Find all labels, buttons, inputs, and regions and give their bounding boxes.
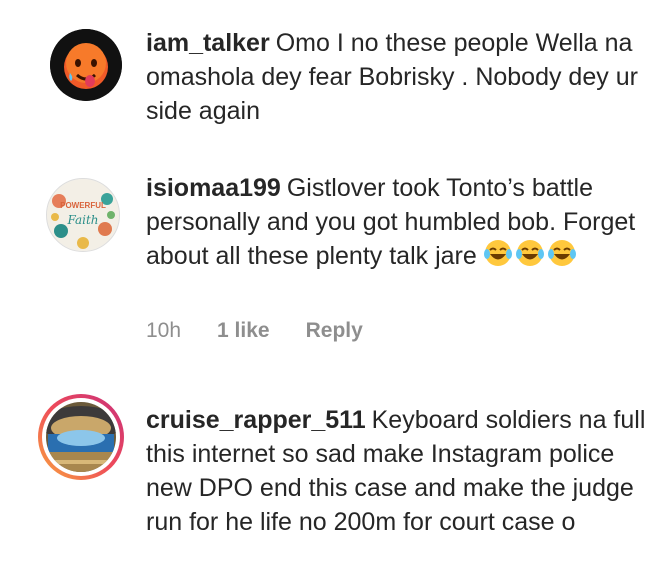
comment-text: iam_talker Omo I no these people Wella na… — [146, 26, 646, 128]
comment-meta: 10h 1 like Reply — [146, 319, 363, 343]
likes-count[interactable]: 1 like — [217, 319, 270, 343]
avatar[interactable]: POWERFUL Faith — [46, 178, 120, 252]
reply-button[interactable]: Reply — [306, 319, 363, 343]
avatar[interactable] — [38, 394, 124, 480]
comment-username[interactable]: iam_talker — [146, 29, 270, 57]
avatar-text-bottom: Faith — [67, 213, 99, 227]
comment-timestamp: 10h — [146, 319, 182, 342]
stadium-avatar — [46, 402, 116, 472]
laughing-tears-emoji-icon — [483, 240, 576, 266]
comment-username[interactable]: cruise_rapper_511 — [146, 406, 366, 434]
comment-text: cruise_rapper_511 Keyboard soldiers na fu… — [146, 403, 646, 539]
avatar[interactable] — [50, 29, 122, 101]
laughing-tears-emoji-group — [483, 239, 580, 276]
comment-username[interactable]: isiomaa199 — [146, 174, 281, 202]
hot-face-emoji-icon — [50, 29, 122, 101]
avatar-text-top: POWERFUL — [60, 201, 106, 210]
comment-text: isiomaa199 Gistlover took Tonto’s battle … — [146, 171, 646, 276]
